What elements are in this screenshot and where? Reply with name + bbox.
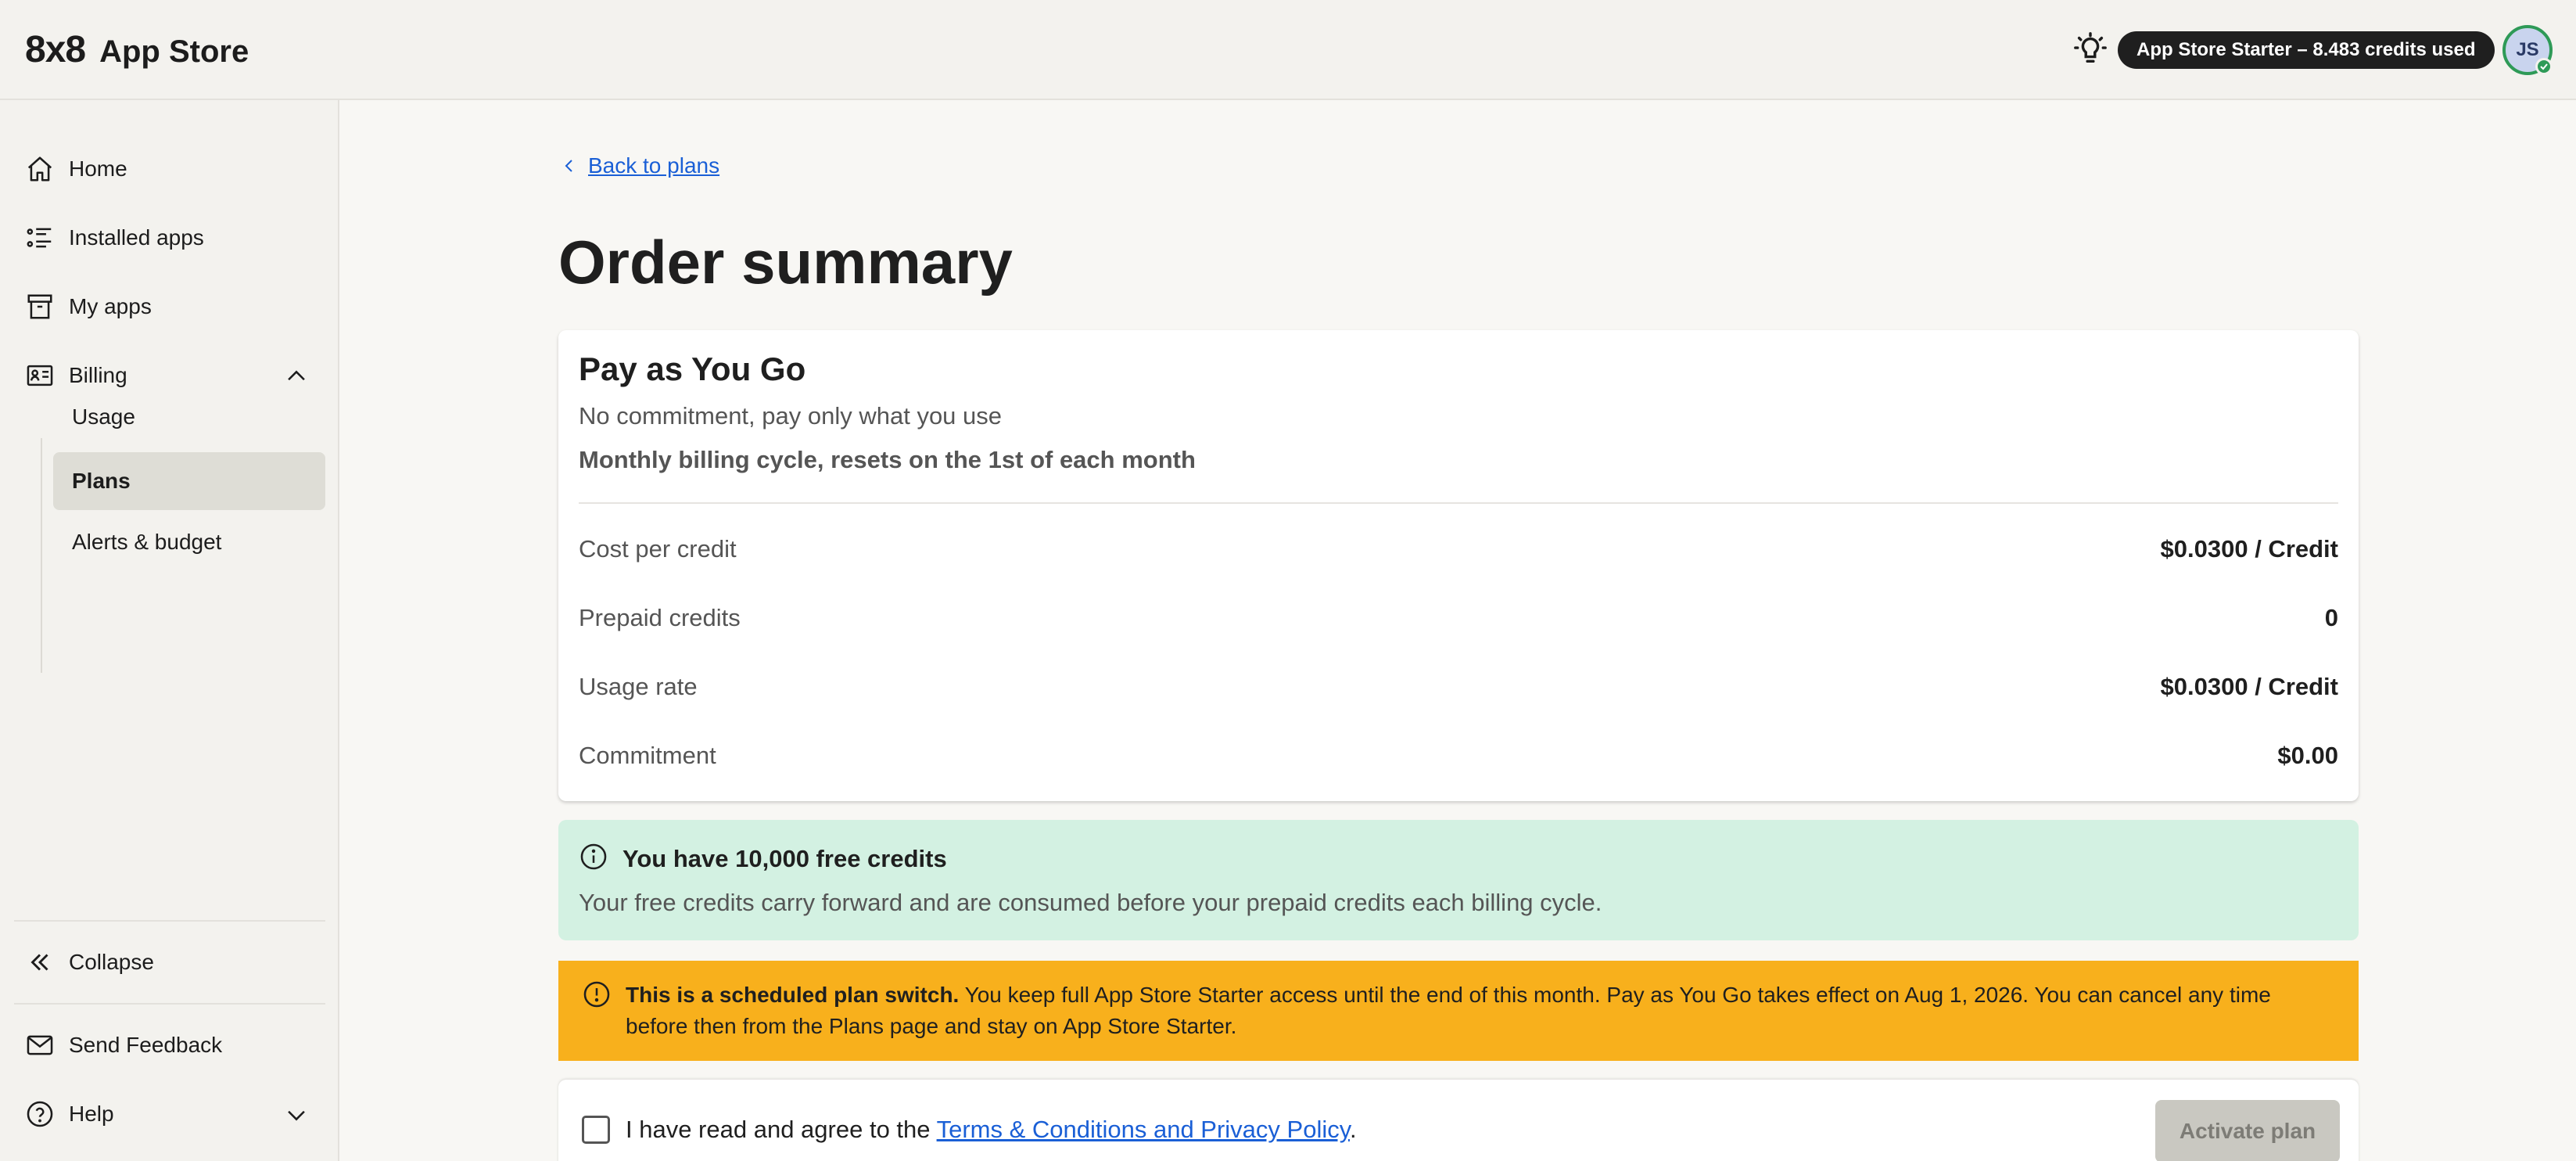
- back-to-plans-link[interactable]: Back to plans: [560, 153, 719, 178]
- row-value: $0.00: [2277, 742, 2338, 769]
- app-logo[interactable]: 8x8 App Store: [25, 28, 249, 71]
- free-credits-title: You have 10,000 free credits: [622, 845, 947, 872]
- sidebar-item-label: Installed apps: [69, 225, 204, 250]
- row-value: 0: [2324, 604, 2338, 631]
- row-value: $0.0300 / Credit: [2160, 673, 2338, 700]
- avatar[interactable]: JS: [2502, 25, 2553, 75]
- lightbulb-icon[interactable]: [2072, 31, 2108, 67]
- sidebar-item-plans[interactable]: Plans: [53, 452, 325, 510]
- plan-name: Pay as You Go: [579, 350, 806, 387]
- sidebar-item-label: My apps: [69, 294, 152, 318]
- row-value: $0.0300 / Credit: [2160, 535, 2338, 563]
- summary-row-cost-per-credit: Cost per credit $0.0300 / Credit: [579, 535, 2338, 563]
- send-feedback-button[interactable]: Send Feedback: [25, 1023, 222, 1067]
- sidebar-item-label: Home: [69, 156, 127, 181]
- sidebar-item-usage[interactable]: Usage: [53, 388, 325, 446]
- page-title: Order summary: [558, 228, 1013, 297]
- summary-row-usage-rate: Usage rate $0.0300 / Credit: [579, 673, 2338, 701]
- sidebar-item-home[interactable]: Home: [25, 147, 127, 191]
- terms-link[interactable]: Terms & Conditions and Privacy Policy: [937, 1116, 1350, 1143]
- row-label: Cost per credit: [579, 535, 737, 563]
- collapse-label: Collapse: [69, 950, 154, 974]
- billing-submenu-line: [41, 438, 42, 673]
- summary-row-prepaid-credits: Prepaid credits 0: [579, 604, 2338, 632]
- terms-suffix: .: [1349, 1116, 1357, 1143]
- row-label: Commitment: [579, 742, 716, 769]
- sidebar-divider: [14, 1003, 325, 1005]
- agreement-card: I have read and agree to the Terms & Con…: [558, 1080, 2359, 1161]
- warning-bold: This is a scheduled plan switch.: [626, 983, 960, 1007]
- plan-billing-cycle: Monthly billing cycle, resets on the 1st…: [579, 446, 1196, 473]
- app-name: App Store: [99, 34, 249, 69]
- archive-icon: [27, 294, 52, 319]
- collapse-button[interactable]: Collapse: [25, 940, 154, 984]
- terms-label: I have read and agree to the Terms & Con…: [626, 1116, 1357, 1144]
- sidebar-divider: [14, 920, 325, 922]
- terms-prefix: I have read and agree to the: [626, 1116, 937, 1143]
- sidebar-item-installed-apps[interactable]: Installed apps: [25, 216, 204, 260]
- online-status-badge: [2535, 58, 2553, 75]
- sidebar: Home Installed apps My apps Billing Usag…: [0, 100, 339, 1161]
- free-credits-text: Your free credits carry forward and are …: [579, 889, 1602, 916]
- summary-row-commitment: Commitment $0.00: [579, 742, 2338, 770]
- avatar-initials: JS: [2516, 39, 2539, 60]
- plan-summary-card: Pay as You Go No commitment, pay only wh…: [558, 330, 2359, 801]
- alert-circle-icon: [583, 981, 610, 1008]
- chevron-up-icon[interactable]: [283, 363, 310, 390]
- credit-usage-badge[interactable]: App Store Starter – 8.483 credits used: [2118, 31, 2495, 69]
- terms-checkbox[interactable]: [582, 1116, 610, 1144]
- home-icon: [27, 156, 52, 182]
- back-to-plans-label: Back to plans: [588, 153, 720, 178]
- row-label: Usage rate: [579, 673, 698, 700]
- sidebar-item-my-apps[interactable]: My apps: [25, 285, 152, 329]
- double-chevron-left-icon: [30, 954, 48, 971]
- logo-mark: 8x8: [25, 29, 86, 70]
- chevron-left-icon: [565, 160, 572, 172]
- sidebar-item-label: Billing: [69, 363, 127, 387]
- list-icon: [27, 228, 52, 248]
- warning-text: This is a scheduled plan switch. You kee…: [626, 979, 2338, 1042]
- row-label: Prepaid credits: [579, 604, 741, 631]
- activate-plan-button[interactable]: Activate plan: [2155, 1100, 2340, 1161]
- help-menu[interactable]: Help: [25, 1092, 114, 1136]
- help-circle-icon: [27, 1101, 53, 1127]
- info-icon: [580, 843, 607, 870]
- send-feedback-label: Send Feedback: [69, 1033, 223, 1057]
- help-label: Help: [69, 1102, 114, 1126]
- mail-icon: [27, 1035, 53, 1055]
- free-credits-notice: You have 10,000 free credits Your free c…: [558, 820, 2359, 940]
- card-divider: [579, 502, 2338, 504]
- sidebar-item-alerts-budget[interactable]: Alerts & budget: [53, 513, 325, 571]
- plan-subtitle: No commitment, pay only what you use: [579, 402, 1003, 430]
- scheduled-switch-warning: This is a scheduled plan switch. You kee…: [558, 961, 2359, 1061]
- check-icon: [2540, 63, 2548, 70]
- top-header: 8x8 App Store App Store Starter – 8.483 …: [0, 0, 2576, 100]
- chevron-down-icon[interactable]: [283, 1102, 310, 1128]
- id-card-icon: [27, 365, 53, 386]
